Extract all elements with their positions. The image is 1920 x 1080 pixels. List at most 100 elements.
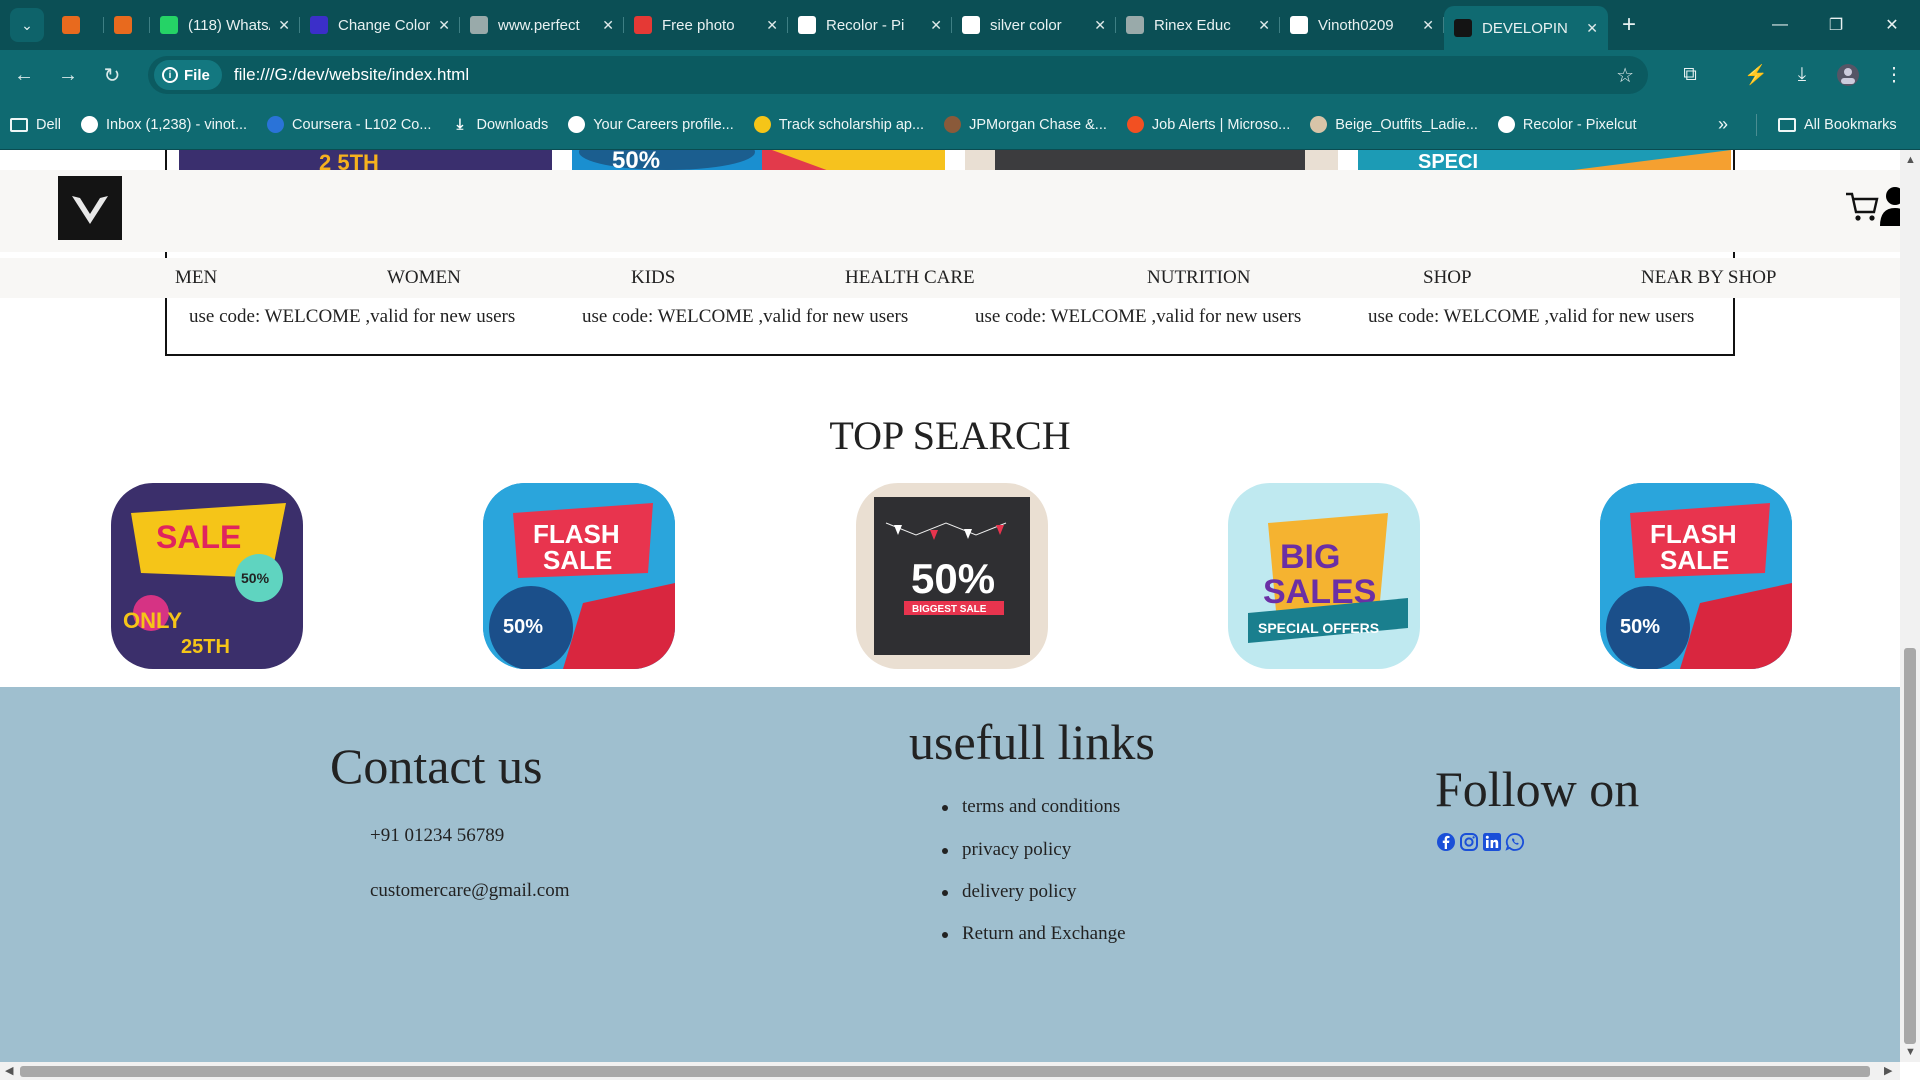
- omnibox[interactable]: i File file:///G:/dev/website/index.html…: [148, 56, 1648, 94]
- ms-icon: [1126, 116, 1144, 133]
- close-tab-icon[interactable]: ✕: [602, 17, 614, 34]
- browser-tab[interactable]: DEVELOPIN ✕: [1444, 6, 1608, 50]
- close-tab-icon[interactable]: ✕: [766, 17, 778, 34]
- extensions-icon[interactable]: ⧉: [1670, 55, 1710, 95]
- link-return[interactable]: Return and Exchange: [942, 923, 1126, 945]
- svg-text:2 5TH: 2 5TH: [319, 150, 379, 172]
- linkedin-icon[interactable]: [1482, 832, 1502, 852]
- horizontal-scroll-thumb[interactable]: [20, 1066, 1870, 1077]
- link-terms[interactable]: terms and conditions: [941, 796, 1120, 818]
- menu-item-near-by-shop[interactable]: NEAR BY SHOP: [1641, 267, 1777, 289]
- close-tab-icon[interactable]: ✕: [1586, 20, 1598, 37]
- top-search-title: TOP SEARCH: [829, 413, 1071, 458]
- instagram-icon[interactable]: [1459, 832, 1479, 852]
- vertical-scrollbar[interactable]: ▲ ▼: [1900, 150, 1920, 1062]
- close-tab-icon[interactable]: ✕: [930, 17, 942, 34]
- social-links: [1436, 832, 1525, 852]
- tab-title: www.perfect: [498, 16, 580, 34]
- browser-tab[interactable]: Recolor - Pi ✕: [788, 6, 952, 44]
- forward-arrow-icon[interactable]: →: [48, 55, 88, 95]
- bookmark-star-icon[interactable]: ☆: [1616, 63, 1634, 88]
- bookmark-item[interactable]: ⤓ Downloads: [441, 116, 558, 133]
- top-search-card[interactable]: 50% BIGGEST SALE: [856, 483, 1048, 669]
- minimize-icon[interactable]: —: [1752, 0, 1808, 50]
- github-icon: [80, 116, 98, 133]
- menu-item-nutrition[interactable]: NUTRITION: [1147, 267, 1250, 289]
- brand-logo[interactable]: [58, 176, 122, 240]
- more-bookmarks-button[interactable]: »: [1708, 114, 1738, 135]
- close-tab-icon[interactable]: ✕: [1422, 17, 1434, 34]
- address-toolbar: ← → ↻ i File file:///G:/dev/website/inde…: [0, 50, 1920, 100]
- bookmark-item[interactable]: Recolor - Pixelcut: [1488, 116, 1647, 133]
- browser-tab[interactable]: Vinoth0209 ✕: [1280, 6, 1444, 44]
- cart-icon[interactable]: [1844, 188, 1880, 224]
- tab-title: Free photo: [662, 16, 735, 34]
- bookmark-item[interactable]: Beige_Outfits_Ladie...: [1300, 116, 1488, 133]
- menu-item-women[interactable]: WOMEN: [387, 267, 461, 289]
- more-menu-icon[interactable]: ⋮: [1874, 55, 1914, 95]
- facebook-icon[interactable]: [1436, 832, 1456, 852]
- bookmark-item[interactable]: Inbox (1,238) - vinot...: [71, 116, 257, 133]
- all-bookmarks-button[interactable]: All Bookmarks: [1768, 117, 1907, 133]
- offer-code-text: use code: WELCOME ,valid for new users: [1368, 306, 1695, 327]
- top-search-card[interactable]: SALE 50% ONLY 25TH: [111, 483, 303, 669]
- offer-image[interactable]: 50%: [572, 150, 945, 172]
- svg-text:SALE: SALE: [1660, 545, 1729, 575]
- site-info-chip[interactable]: i File: [154, 60, 222, 90]
- menu-item-kids[interactable]: KIDS: [631, 267, 675, 289]
- menu-item-health-care[interactable]: HEALTH CARE: [845, 267, 975, 289]
- bookmark-item[interactable]: Coursera - L102 Co...: [257, 116, 441, 133]
- url-text[interactable]: file:///G:/dev/website/index.html: [234, 65, 469, 85]
- menu-item-shop[interactable]: SHOP: [1423, 267, 1472, 289]
- bookmark-item[interactable]: JPMorgan Chase &...: [934, 116, 1117, 133]
- browser-tab[interactable]: Rinex Educ ✕: [1116, 6, 1280, 44]
- top-search-card[interactable]: FLASH SALE 50%: [483, 483, 675, 669]
- tab-search-chevron-icon[interactable]: ⌄: [10, 8, 44, 42]
- browser-tab[interactable]: [52, 6, 104, 44]
- browser-tab[interactable]: Free photo ✕: [624, 6, 788, 44]
- browser-tab[interactable]: Change Color ✕: [300, 6, 460, 44]
- top-search-card[interactable]: FLASH SALE 50%: [1600, 483, 1792, 669]
- browser-tab[interactable]: www.perfect ✕: [460, 6, 624, 44]
- link-privacy[interactable]: privacy policy: [941, 839, 1071, 861]
- menu-item-men[interactable]: MEN: [175, 267, 217, 289]
- close-tab-icon[interactable]: ✕: [1258, 17, 1270, 34]
- top-search-card[interactable]: BIG SALES SPECIAL OFFERS: [1228, 483, 1420, 669]
- performance-icon[interactable]: ⚡: [1736, 55, 1776, 95]
- github-icon: [1290, 16, 1308, 34]
- browser-tab[interactable]: silver color ✕: [952, 6, 1116, 44]
- offer-image[interactable]: [965, 150, 1338, 172]
- bookmark-item[interactable]: Track scholarship ap...: [744, 116, 934, 133]
- horizontal-scrollbar[interactable]: ◀ ▶: [0, 1062, 1900, 1080]
- browser-tab[interactable]: (118) WhatsApp ✕: [150, 6, 300, 44]
- bookmark-label: Downloads: [476, 116, 549, 133]
- browser-tab[interactable]: [104, 6, 150, 44]
- close-tab-icon[interactable]: ✕: [1094, 17, 1106, 34]
- back-arrow-icon[interactable]: ←: [4, 55, 44, 95]
- restore-icon[interactable]: ❐: [1808, 0, 1864, 50]
- download-icon: ⤓: [456, 116, 464, 133]
- new-tab-button[interactable]: +: [1622, 11, 1636, 39]
- close-tab-icon[interactable]: ✕: [278, 17, 290, 34]
- bookmark-label: Your Careers profile...: [593, 116, 734, 133]
- C-icon: [267, 116, 285, 133]
- offer-image[interactable]: SPECI: [1358, 150, 1731, 172]
- reload-icon[interactable]: ↻: [92, 55, 132, 95]
- whatsapp-icon[interactable]: [1505, 832, 1525, 852]
- offer-code-text: use code: WELCOME ,valid for new users: [189, 306, 516, 327]
- bookmark-item[interactable]: Your Careers profile...: [558, 116, 744, 133]
- bookmark-label: JPMorgan Chase &...: [969, 116, 1107, 133]
- bookmark-item[interactable]: Job Alerts | Microso...: [1117, 116, 1300, 133]
- close-window-icon[interactable]: ✕: [1864, 0, 1920, 50]
- svg-text:50%: 50%: [1620, 616, 1660, 638]
- bookmark-item[interactable]: Dell: [0, 117, 71, 133]
- vertical-scroll-thumb[interactable]: [1904, 648, 1916, 1044]
- tab-title: (118) WhatsApp: [188, 16, 270, 34]
- profile-avatar[interactable]: [1828, 55, 1868, 95]
- link-delivery[interactable]: delivery policy: [942, 881, 1077, 903]
- bookmark-label: Recolor - Pixelcut: [1522, 116, 1637, 133]
- close-tab-icon[interactable]: ✕: [438, 17, 450, 34]
- user-account-icon[interactable]: [1880, 186, 1900, 226]
- offer-image[interactable]: 2 5TH: [179, 150, 552, 172]
- download-icon[interactable]: ⤓: [1782, 55, 1822, 95]
